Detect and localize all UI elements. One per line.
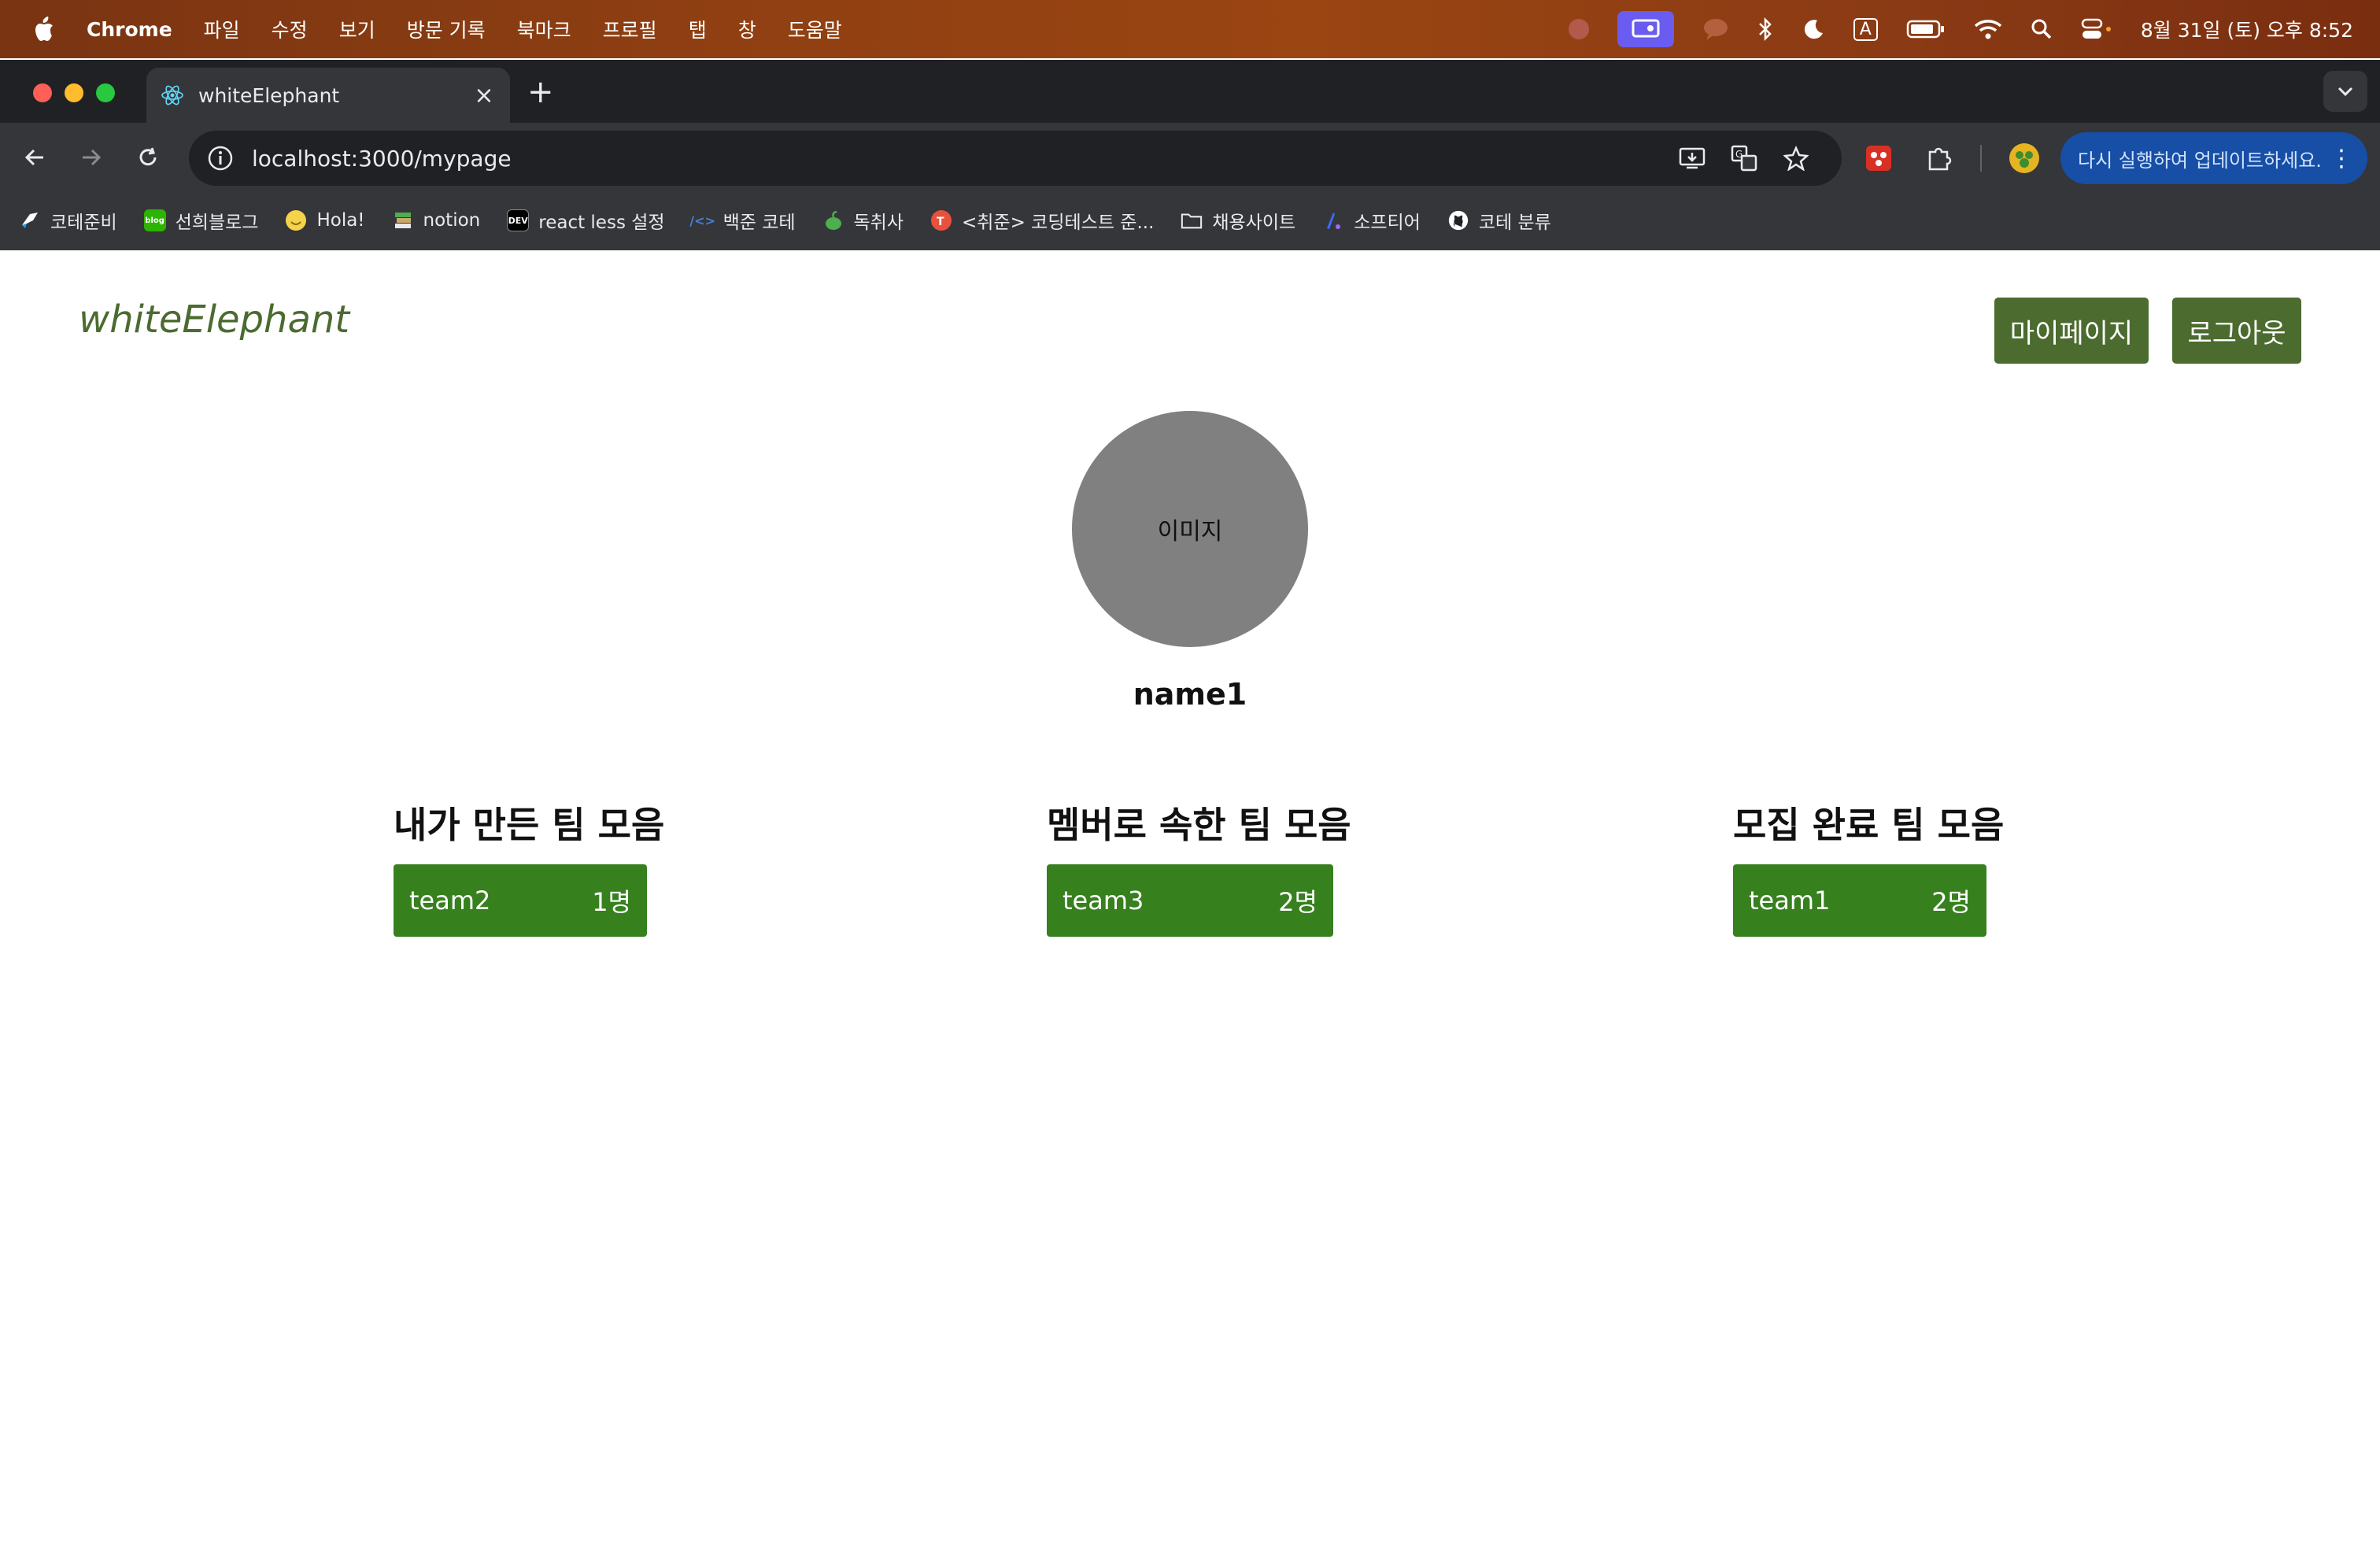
page-content: whiteElephant 마이페이지 로그아웃 이미지 name1 내가 만든… (0, 250, 2380, 1546)
chat-bubble-icon[interactable] (1702, 17, 1729, 41)
site-logo[interactable]: whiteElephant (79, 298, 349, 342)
bookmark-star-icon[interactable] (1782, 144, 1810, 172)
section-title: 멤버로 속한 팀 모음 (1047, 804, 1351, 846)
bookmark-item[interactable]: 소프티어 (1322, 207, 1421, 234)
bookmark-item[interactable]: 독취사 (822, 207, 904, 234)
control-center-icon[interactable] (2081, 18, 2112, 40)
bookmark-softeer-icon (1322, 209, 1344, 231)
github-icon (1447, 209, 1469, 231)
team-card[interactable]: team1 2명 (1733, 864, 1986, 937)
folder-icon (1181, 209, 1203, 231)
logout-button[interactable]: 로그아웃 (2172, 298, 2301, 364)
tab-strip: whiteElephant × + (0, 60, 2380, 123)
browser-window: whiteElephant × + localhost:3000/mypage (0, 60, 2380, 250)
tab-search-chevron-icon[interactable] (2323, 71, 2367, 112)
menu-window[interactable]: 창 (738, 15, 756, 43)
status-area: A 8월 31일 (토) 오후 8:52 (1540, 0, 2353, 58)
bookmark-books-icon (392, 209, 414, 231)
mypage-button[interactable]: 마이페이지 (1994, 298, 2149, 364)
reload-icon[interactable] (131, 140, 165, 175)
menu-file[interactable]: 파일 (204, 15, 240, 43)
bookmark-item[interactable]: T <취준> 코딩테스트 준... (930, 207, 1154, 234)
url-text[interactable]: localhost:3000/mypage (252, 146, 512, 172)
screen-share-icon[interactable] (1617, 11, 1674, 47)
team-card[interactable]: team2 1명 (394, 864, 647, 937)
translate-icon[interactable]: G (1730, 144, 1758, 172)
profile-avatar: 이미지 (1072, 411, 1308, 647)
profile-name: name1 (1133, 677, 1247, 712)
react-favicon-icon (161, 85, 183, 105)
forward-arrow-icon[interactable] (74, 140, 109, 175)
team-member-count: 1명 (592, 887, 631, 917)
team-member-count: 2명 (1931, 887, 1971, 917)
svg-text:G: G (1735, 149, 1743, 160)
bookmark-hola-icon (285, 209, 307, 231)
site-info-icon[interactable] (206, 144, 235, 172)
spotlight-search-icon[interactable] (2031, 18, 2053, 40)
tab-whiteelephant[interactable]: whiteElephant × (146, 68, 510, 123)
team-name: team2 (409, 886, 491, 915)
bookmark-item[interactable]: notion (392, 209, 480, 231)
bookmark-blog-icon: blog (143, 209, 166, 231)
relaunch-update-button[interactable]: 다시 실행하여 업데이트하세요. ⋮ (2060, 132, 2367, 184)
bookmark-bird-icon (19, 209, 41, 231)
tab-close-icon[interactable]: × (472, 82, 496, 109)
window-fullscreen-button[interactable] (96, 83, 115, 102)
extensions-puzzle-icon[interactable] (1925, 131, 1953, 186)
wifi-icon[interactable] (1974, 18, 2002, 40)
tab-title: whiteElephant (198, 83, 340, 107)
record-indicator-icon[interactable] (1568, 19, 1589, 39)
window-close-button[interactable] (33, 83, 52, 102)
back-arrow-icon[interactable] (17, 140, 52, 175)
bookmark-sprout-icon (822, 209, 844, 231)
toolbar-divider (1980, 131, 1982, 186)
bookmark-folder[interactable]: 채용사이트 (1181, 207, 1295, 234)
install-app-icon[interactable] (1678, 144, 1706, 172)
address-bar[interactable]: localhost:3000/mypage G (189, 131, 1842, 186)
extension-badge-icon[interactable] (1865, 131, 1892, 186)
section-title: 모집 완료 팀 모음 (1733, 804, 2005, 846)
menu-bookmarks[interactable]: 북마크 (517, 15, 571, 43)
menu-app-chrome[interactable]: Chrome (87, 18, 172, 41)
bookmark-code-icon: /<> (689, 213, 715, 228)
bookmarks-bar: 코테준비 blog 선희블로그 Hola! notion DEV react l… (0, 190, 2380, 250)
avatar-placeholder-text: 이미지 (1157, 518, 1223, 546)
bookmark-cafe-icon: T (930, 209, 952, 231)
bookmark-item[interactable]: 코테준비 (19, 207, 117, 234)
menu-tab[interactable]: 탭 (689, 15, 707, 43)
team-member-count: 2명 (1278, 887, 1318, 917)
menu-edit[interactable]: 수정 (272, 15, 308, 43)
more-menu-icon[interactable]: ⋮ (2330, 145, 2353, 172)
menu-history[interactable]: 방문 기록 (407, 15, 486, 43)
input-source-icon[interactable]: A (1853, 17, 1878, 41)
apple-icon[interactable] (31, 14, 58, 44)
macos-menubar: Chrome 파일 수정 보기 방문 기록 북마크 프로필 탭 창 도움말 A (0, 0, 2380, 58)
member-teams-section: 멤버로 속한 팀 모음 team3 2명 (1047, 797, 1351, 937)
menubar-clock[interactable]: 8월 31일 (토) 오후 8:52 (2141, 15, 2353, 43)
bookmark-item[interactable]: /<> 백준 코테 (689, 207, 795, 234)
completed-teams-section: 모집 완료 팀 모음 team1 2명 (1733, 797, 2005, 937)
window-minimize-button[interactable] (65, 83, 83, 102)
bookmark-item[interactable]: DEV react less 설정 (507, 207, 665, 234)
team-name: team1 (1749, 886, 1831, 915)
update-label: 다시 실행하여 업데이트하세요. (2078, 149, 2322, 172)
bookmark-item[interactable]: blog 선희블로그 (143, 207, 258, 234)
battery-icon[interactable] (1906, 19, 1946, 39)
bookmark-item[interactable]: 코테 분류 (1447, 207, 1551, 234)
profile-avatar-icon[interactable] (2009, 131, 2040, 186)
moon-icon[interactable] (1802, 17, 1825, 41)
new-tab-button[interactable]: + (527, 74, 554, 110)
menu-view[interactable]: 보기 (339, 15, 375, 43)
bluetooth-icon[interactable] (1757, 17, 1773, 42)
team-card[interactable]: team3 2명 (1047, 864, 1333, 937)
menu-help[interactable]: 도움말 (788, 15, 842, 43)
svg-text:T: T (937, 216, 944, 228)
bookmark-item[interactable]: Hola! (285, 209, 365, 231)
team-name: team3 (1062, 886, 1144, 915)
section-title: 내가 만든 팀 모음 (394, 804, 665, 846)
my-teams-section: 내가 만든 팀 모음 team2 1명 (394, 797, 665, 937)
bookmark-dev-icon: DEV (507, 209, 530, 231)
menu-profiles[interactable]: 프로필 (603, 15, 657, 43)
